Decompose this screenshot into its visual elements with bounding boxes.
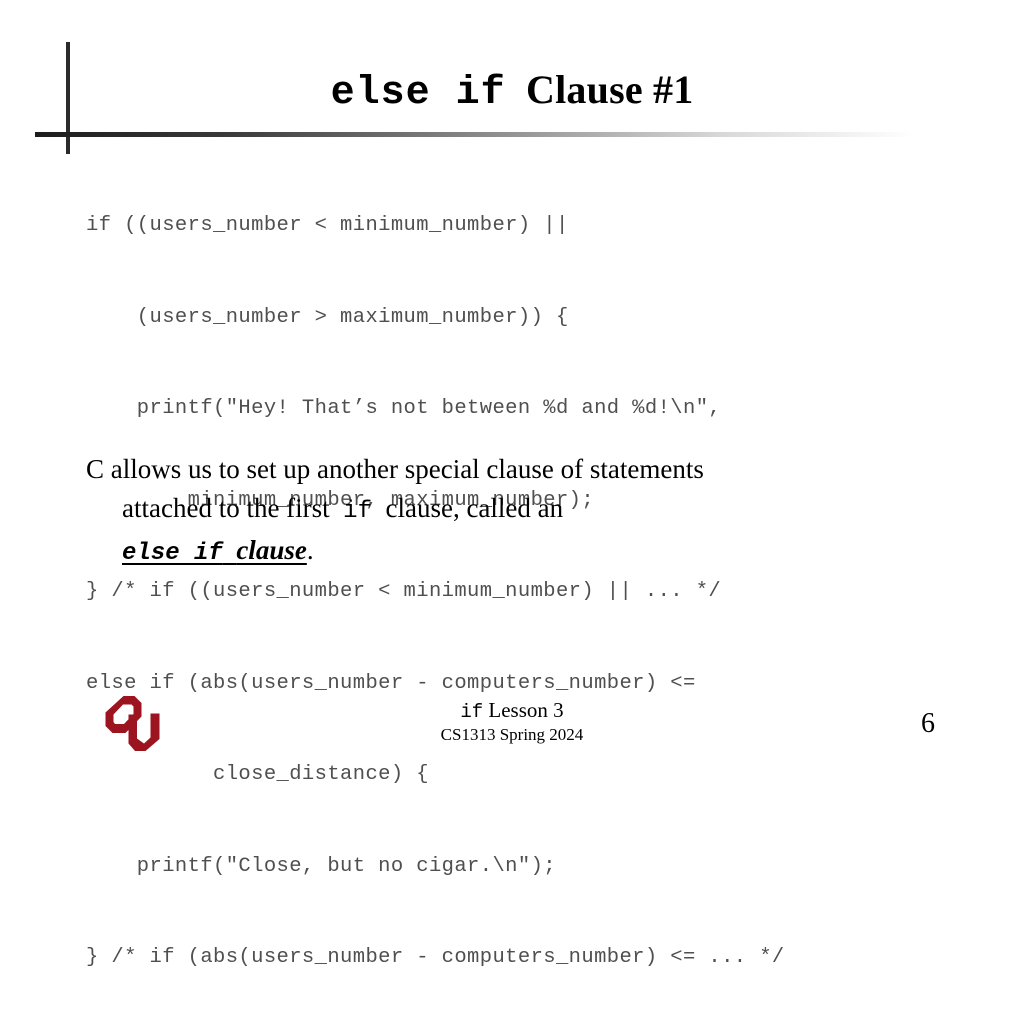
body-inline-code-if: if bbox=[343, 498, 372, 525]
body-line-3: else if clause. bbox=[86, 531, 936, 573]
page-title-serif: Clause #1 bbox=[506, 67, 694, 112]
slide-footer: if Lesson 3 CS1313 Spring 2024 bbox=[0, 698, 1024, 745]
page-title-serif-text: Clause #1 bbox=[526, 67, 694, 112]
code-line: } /* if (abs(users_number - computers_nu… bbox=[86, 946, 785, 969]
code-line: (users_number > maximum_number)) { bbox=[86, 305, 569, 329]
code-line: printf("Close, but no cigar.\n"); bbox=[86, 854, 556, 878]
code-line: else if (abs(users_number - computers_nu… bbox=[86, 671, 696, 695]
code-line: if ((users_number < minimum_number) || bbox=[86, 214, 569, 237]
code-line: printf("Hey! That’s not between %d and %… bbox=[86, 397, 722, 420]
body-paragraph: C allows us to set up another special cl… bbox=[86, 450, 936, 573]
body-line-2: attached to the first if clause, called … bbox=[86, 489, 936, 531]
code-line: close_distance) { bbox=[86, 763, 429, 786]
page-title-mono: else if bbox=[330, 71, 506, 116]
term-mono-part: else if bbox=[122, 540, 223, 567]
page-number: 6 bbox=[921, 708, 935, 739]
term-serif-part: clause bbox=[236, 535, 307, 565]
emphasized-term: else if clause bbox=[122, 535, 307, 567]
title-horizontal-rule bbox=[35, 132, 915, 137]
code-line: } /* if ((users_number < minimum_number)… bbox=[86, 580, 722, 603]
page-title: else if Clause #1 bbox=[0, 66, 1024, 116]
body-line-2-part-b: clause, called an bbox=[385, 493, 564, 523]
code-block: if ((users_number < minimum_number) || (… bbox=[86, 150, 785, 1035]
footer-lesson-mono: if bbox=[460, 701, 484, 723]
slide-canvas: else if Clause #1 if ((users_number < mi… bbox=[0, 0, 1024, 969]
body-line-2-part-a: attached to the first bbox=[122, 493, 330, 523]
body-line-1: C allows us to set up another special cl… bbox=[86, 454, 704, 484]
footer-course: CS1313 Spring 2024 bbox=[440, 725, 584, 744]
footer-lesson-serif: Lesson 3 bbox=[488, 698, 564, 722]
term-period: . bbox=[306, 535, 314, 565]
footer-lesson: if Lesson 3 bbox=[0, 698, 1024, 724]
